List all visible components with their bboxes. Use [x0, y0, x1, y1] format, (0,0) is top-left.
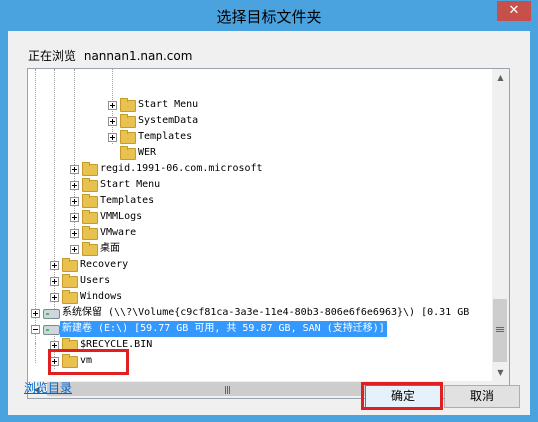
tree-node-label: Users [80, 275, 111, 286]
tree-node-label: 新建卷 (E:\) [59.77 GB 可用, 共 59.87 GB, SAN … [60, 321, 387, 337]
expand-icon[interactable] [50, 261, 59, 270]
dialog-body: 正在浏览 nannan1.nan.com Start Menu SystemDa… [8, 31, 530, 415]
expand-icon[interactable] [50, 277, 59, 286]
highlight-box-ok [361, 382, 443, 410]
folder-icon [82, 242, 98, 256]
tree-guide-line [35, 69, 36, 343]
select-target-folder-dialog: 选择目标文件夹 ✕ 正在浏览 nannan1.nan.com Start Men… [0, 0, 538, 422]
tree-node-label: Recovery [80, 259, 129, 270]
tree-node-label: Start Menu [138, 99, 199, 110]
expand-icon[interactable] [70, 213, 79, 222]
tree-node-label: WER [138, 147, 157, 158]
tree-node-label: Windows [80, 291, 123, 302]
horizontal-scroll-thumb[interactable] [47, 382, 411, 396]
expand-icon[interactable] [70, 245, 79, 254]
vertical-scrollbar[interactable]: ▲ ▼ [492, 69, 509, 381]
drive-icon [43, 325, 60, 335]
expand-icon[interactable] [108, 101, 117, 110]
vertical-scroll-thumb[interactable] [493, 299, 507, 362]
cancel-button[interactable]: 取消 [444, 385, 520, 408]
expand-icon[interactable] [50, 293, 59, 302]
tree-node-label: 桌面 [100, 243, 120, 254]
browsing-status: 正在浏览 nannan1.nan.com [28, 47, 196, 64]
expand-icon[interactable] [31, 309, 40, 318]
grip-icon [225, 386, 226, 394]
expand-icon[interactable] [108, 133, 117, 142]
folder-icon [120, 146, 136, 160]
tree-node-label: 系统保留 (\\?\Volume{c9cf81ca-3a3e-11e4-80b3… [62, 307, 470, 318]
expand-icon[interactable] [70, 197, 79, 206]
drive-icon [43, 309, 60, 319]
folder-icon [82, 178, 98, 192]
tree-node-label: SystemData [138, 115, 199, 126]
close-button[interactable]: ✕ [497, 1, 531, 21]
expand-icon[interactable] [70, 181, 79, 190]
tree-node-label: VMware [100, 227, 137, 238]
tree-node-label: VMMLogs [100, 211, 143, 222]
tree-node-label: Templates [100, 195, 155, 206]
folder-tree-viewport: Start Menu SystemData Templates WER regi… [28, 69, 492, 381]
expand-icon[interactable] [108, 117, 117, 126]
grip-icon [496, 327, 504, 328]
tree-guide-line [35, 343, 36, 363]
folder-icon [62, 274, 78, 288]
folder-icon [82, 194, 98, 208]
browse-directory-link[interactable]: 浏览目录 [24, 379, 72, 396]
browsing-host: nannan1.nan.com [83, 49, 193, 63]
expand-icon[interactable] [70, 229, 79, 238]
dialog-title: 选择目标文件夹 [216, 8, 322, 26]
folder-icon [120, 98, 136, 112]
scroll-up-arrow-icon[interactable]: ▲ [492, 69, 509, 86]
tree-node-label: Start Menu [100, 179, 161, 190]
browsing-prefix: 正在浏览 [28, 49, 77, 63]
folder-icon [120, 130, 136, 144]
folder-icon [82, 226, 98, 240]
folder-icon [62, 290, 78, 304]
folder-icon [62, 258, 78, 272]
folder-tree[interactable]: Start Menu SystemData Templates WER regi… [27, 68, 510, 399]
folder-icon [82, 162, 98, 176]
expand-icon[interactable] [70, 165, 79, 174]
close-icon: ✕ [508, 3, 520, 18]
folder-icon [82, 210, 98, 224]
collapse-icon[interactable] [31, 325, 40, 334]
folder-icon [120, 114, 136, 128]
tree-node-label: Templates [138, 131, 193, 142]
title-bar[interactable]: 选择目标文件夹 ✕ [1, 1, 537, 31]
tree-node-label: regid.1991-06.com.microsoft [100, 163, 263, 174]
highlight-box-vm [48, 349, 129, 375]
scroll-down-arrow-icon[interactable]: ▼ [492, 364, 509, 381]
